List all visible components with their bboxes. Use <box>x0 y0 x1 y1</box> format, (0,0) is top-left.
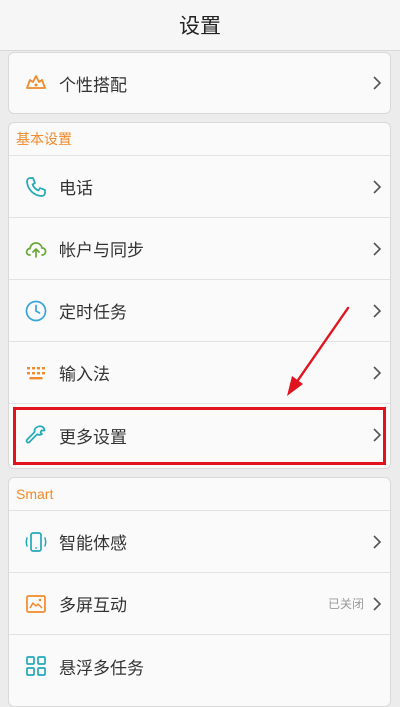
annotation-arrow-icon <box>287 306 350 396</box>
